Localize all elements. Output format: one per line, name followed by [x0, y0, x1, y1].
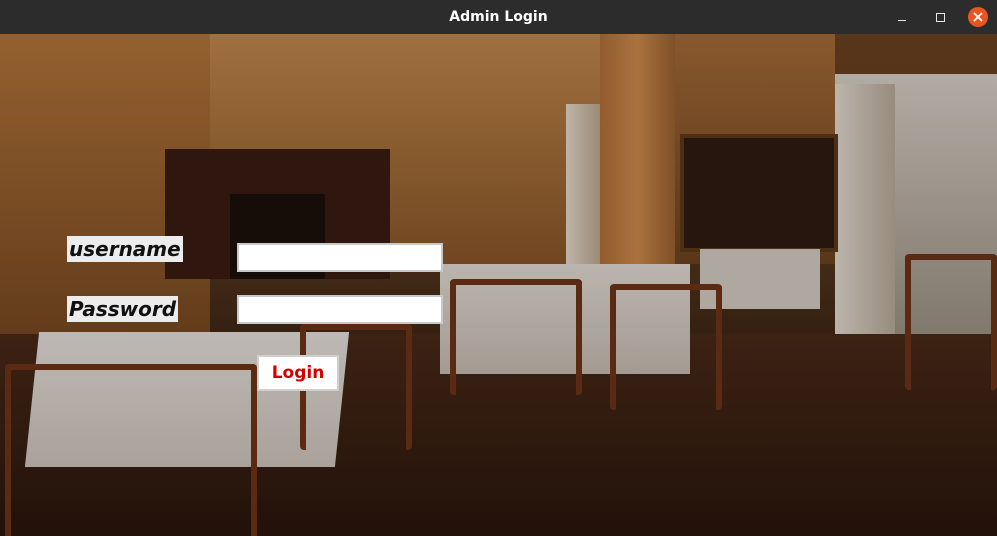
password-input[interactable] — [237, 295, 443, 324]
maximize-button[interactable] — [929, 6, 951, 28]
login-button[interactable]: Login — [257, 355, 339, 391]
password-label: Password — [67, 296, 179, 322]
window-controls — [891, 0, 989, 34]
username-label: username — [67, 236, 183, 262]
admin-login-window: Admin Login username Password Login — [0, 0, 997, 536]
window-title: Admin Login — [449, 9, 548, 25]
minimize-button[interactable] — [891, 6, 913, 28]
maximize-icon — [935, 12, 945, 22]
close-button[interactable] — [967, 6, 989, 28]
title-bar[interactable]: Admin Login — [0, 0, 997, 34]
restaurant-background-image — [0, 34, 997, 536]
username-input[interactable] — [237, 243, 443, 272]
minimize-icon — [898, 19, 906, 21]
close-icon — [968, 7, 988, 27]
